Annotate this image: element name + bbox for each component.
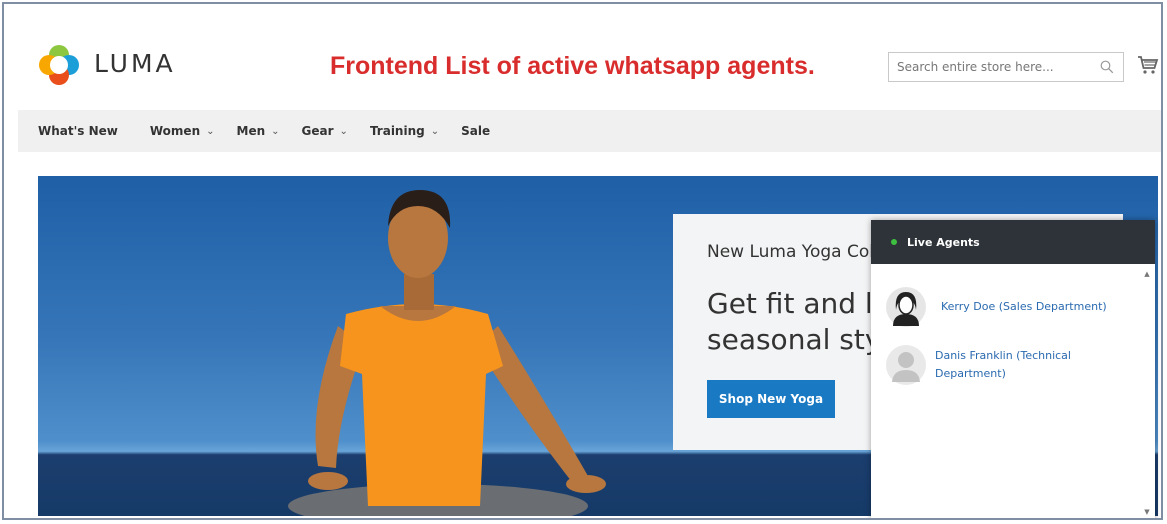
agent-item-kerry-doe[interactable]: Kerry Doe (Sales Department) xyxy=(885,286,1107,328)
brand-name[interactable]: LUMA xyxy=(94,49,176,78)
page-caption: Frontend List of active whatsapp agents. xyxy=(330,52,815,80)
male-avatar-icon xyxy=(886,345,926,385)
cart-icon[interactable] xyxy=(1137,54,1159,76)
nav-item-label: Men xyxy=(236,124,266,138)
agent-name[interactable]: Kerry Doe (Sales Department) xyxy=(941,298,1107,316)
live-agents-title: Live Agents xyxy=(907,235,980,249)
chevron-down-icon: ⌄ xyxy=(339,125,348,137)
female-avatar-icon xyxy=(886,287,926,327)
nav-item-gear[interactable]: Gear ⌄ xyxy=(302,124,348,138)
nav-item-label: What's New xyxy=(38,124,118,138)
nav-item-label: Training xyxy=(369,124,425,138)
search-input[interactable] xyxy=(897,60,1087,74)
chevron-down-icon: ⌄ xyxy=(271,125,280,137)
nav-item-sale[interactable]: Sale xyxy=(461,124,490,138)
nav-item-label: Women xyxy=(149,124,201,138)
online-status-icon xyxy=(891,239,897,245)
scroll-up-icon[interactable]: ▲ xyxy=(1143,270,1151,278)
agent-item-danis-franklin[interactable]: Danis Franklin (Technical Department) xyxy=(885,344,1095,386)
main-nav: What's New Women ⌄ Men ⌄ Gear ⌄ Training… xyxy=(18,110,1161,152)
nav-item-women[interactable]: Women ⌄ xyxy=(150,124,215,138)
scroll-down-icon[interactable]: ▼ xyxy=(1143,508,1151,516)
nav-item-whats-new[interactable]: What's New xyxy=(38,124,118,138)
agents-scrollbar[interactable]: ▲ ▼ xyxy=(1143,270,1151,516)
agent-name[interactable]: Danis Franklin (Technical Department) xyxy=(935,347,1095,383)
nav-item-men[interactable]: Men ⌄ xyxy=(237,124,280,138)
chevron-down-icon: ⌄ xyxy=(206,125,215,137)
shop-new-yoga-button[interactable]: Shop New Yoga xyxy=(707,380,835,418)
luma-logo-icon[interactable] xyxy=(38,44,80,86)
browser-frame: LUMA Frontend List of active whatsapp ag… xyxy=(2,2,1163,520)
live-agents-header[interactable]: Live Agents xyxy=(871,220,1155,264)
nav-item-label: Sale xyxy=(461,124,491,138)
search-box[interactable] xyxy=(888,52,1124,82)
search-icon[interactable] xyxy=(1100,60,1114,74)
live-agents-panel: Live Agents Kerry Doe (Sales Department)… xyxy=(871,220,1155,518)
nav-item-training[interactable]: Training ⌄ xyxy=(370,124,439,138)
chevron-down-icon: ⌄ xyxy=(430,125,440,137)
nav-item-label: Gear xyxy=(301,124,334,138)
